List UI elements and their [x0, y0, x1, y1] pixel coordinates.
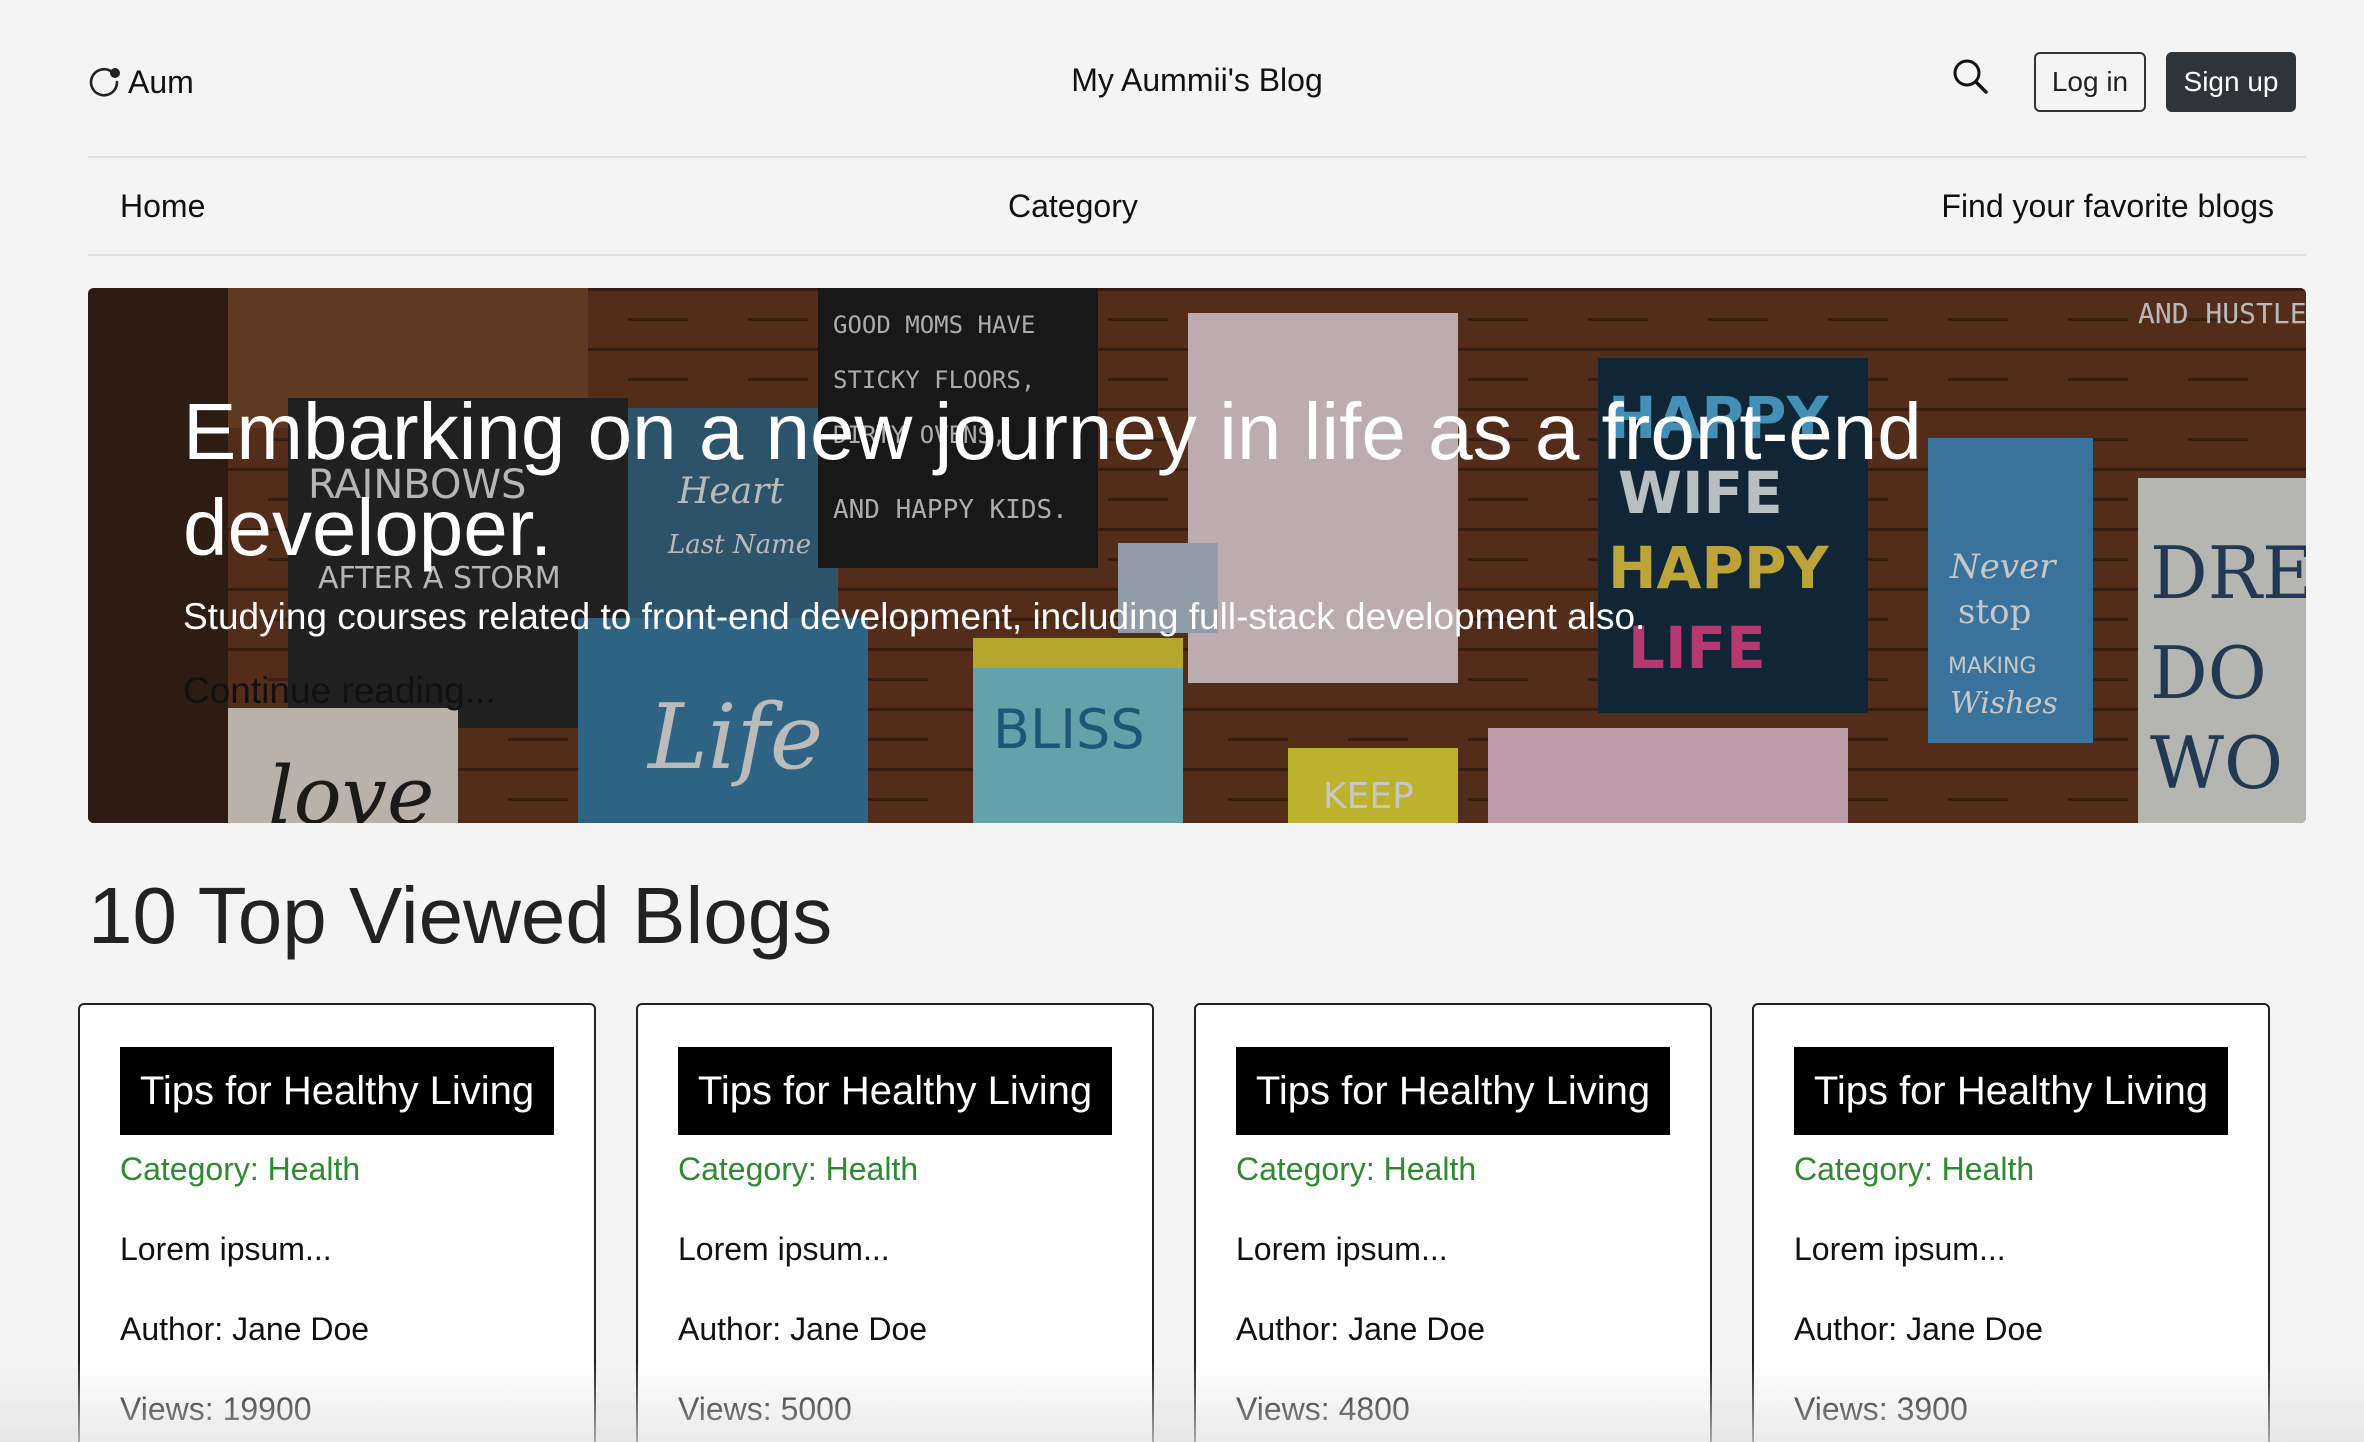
hero-banner: RAINBOWS AFTER A STORM Heart Last Name G…: [88, 288, 2306, 823]
card-excerpt: Lorem ipsum...: [120, 1231, 332, 1267]
hero-title: Embarking on a new journey in life as a …: [183, 387, 1922, 572]
card-category: Category: Health: [678, 1151, 919, 1187]
card-title[interactable]: Tips for Healthy Living: [678, 1047, 1112, 1135]
blog-card[interactable]: Tips for Healthy Living Category: Health…: [636, 1003, 1154, 1442]
nav-item-home[interactable]: Home: [120, 188, 205, 225]
main-nav: Home Category Find your favorite blogs: [88, 158, 2306, 256]
continue-reading-link[interactable]: Continue reading...: [183, 670, 496, 712]
card-title[interactable]: Tips for Healthy Living: [120, 1047, 554, 1135]
card-author: Author: Jane Doe: [1794, 1311, 2044, 1347]
signup-button[interactable]: Sign up: [2166, 52, 2296, 112]
card-views: Views: 19900: [120, 1391, 312, 1427]
card-excerpt: Lorem ipsum...: [678, 1231, 890, 1267]
card-category: Category: Health: [1794, 1151, 2035, 1187]
card-author: Author: Jane Doe: [678, 1311, 928, 1347]
section-title: 10 Top Viewed Blogs: [88, 871, 833, 960]
card-category: Category: Health: [120, 1151, 361, 1187]
card-title[interactable]: Tips for Healthy Living: [1236, 1047, 1670, 1135]
card-author: Author: Jane Doe: [1236, 1311, 1486, 1347]
card-excerpt: Lorem ipsum...: [1236, 1231, 1448, 1267]
blog-card[interactable]: Tips for Healthy Living Category: Health…: [1752, 1003, 2270, 1442]
card-category: Category: Health: [1236, 1151, 1477, 1187]
card-excerpt: Lorem ipsum...: [1794, 1231, 2006, 1267]
card-author: Author: Jane Doe: [120, 1311, 370, 1347]
card-views: Views: 3900: [1794, 1391, 1968, 1427]
card-views: Views: 5000: [678, 1391, 852, 1427]
search-icon[interactable]: [1950, 56, 1990, 96]
blog-card[interactable]: Tips for Healthy Living Category: Health…: [78, 1003, 596, 1442]
nav-item-category[interactable]: Category: [1008, 188, 1138, 225]
card-views: Views: 4800: [1236, 1391, 1410, 1427]
site-header: Aum My Aummii's Blog Log in Sign up: [88, 0, 2306, 158]
nav-item-find-blogs[interactable]: Find your favorite blogs: [1941, 188, 2274, 225]
blog-card[interactable]: Tips for Healthy Living Category: Health…: [1194, 1003, 1712, 1442]
hero-subtitle: Studying courses related to front-end de…: [183, 596, 1646, 637]
card-title[interactable]: Tips for Healthy Living: [1794, 1047, 2228, 1135]
login-button[interactable]: Log in: [2034, 52, 2146, 112]
